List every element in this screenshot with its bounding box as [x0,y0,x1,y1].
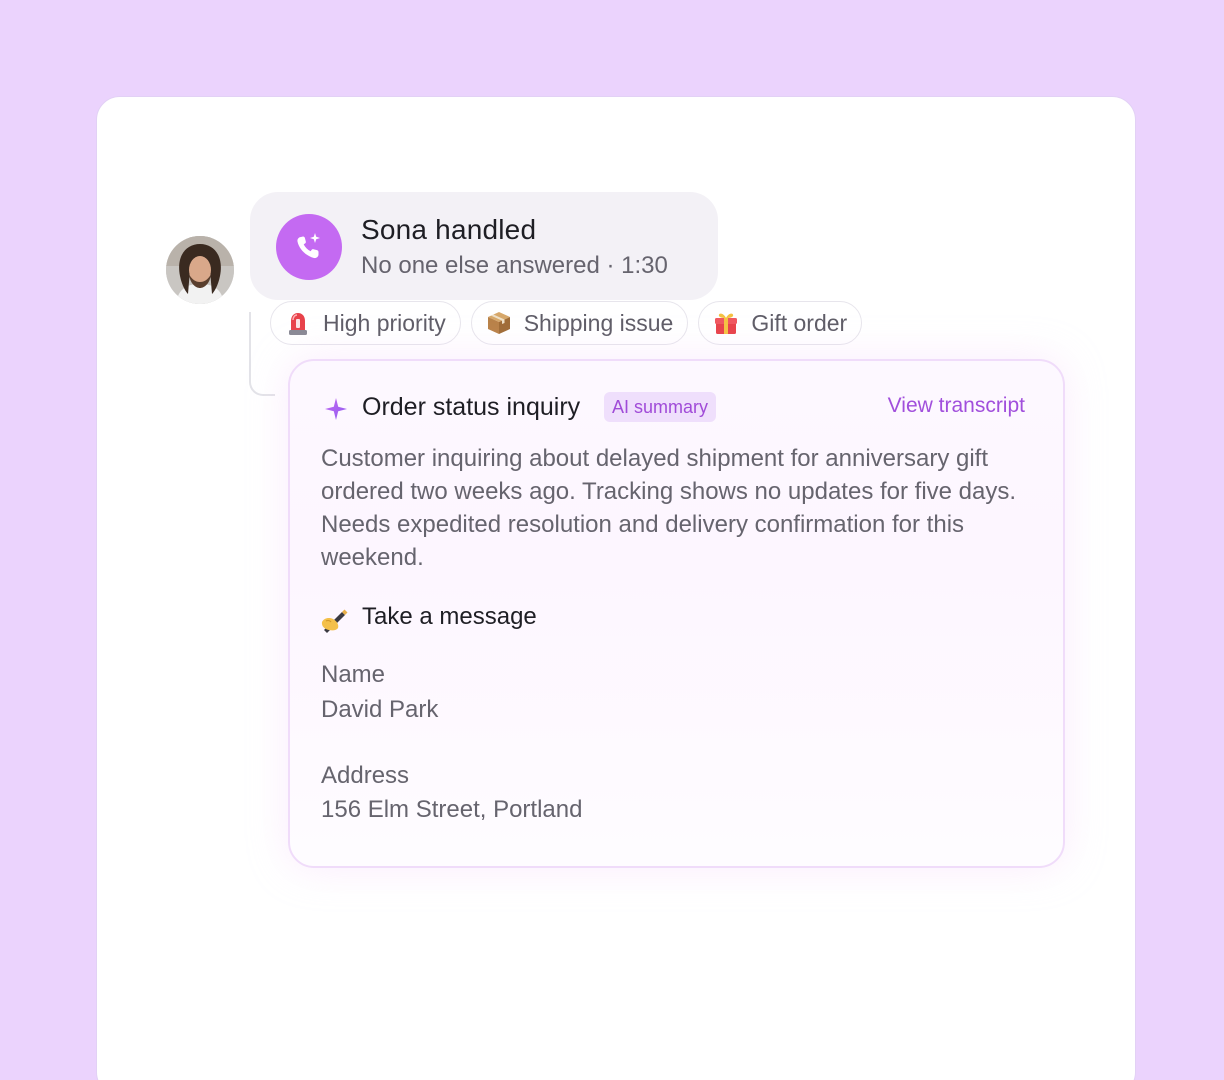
tag-gift-order[interactable]: Gift order [698,301,863,345]
writing-hand-icon [320,604,350,634]
address-value: 156 Elm Street, Portland [321,796,583,823]
avatar [166,236,234,304]
phone-sparkle-icon [276,214,342,280]
call-title: Sona handled [361,214,537,245]
gift-icon [713,310,739,336]
tag-list: High priority Shipping issue Gift order [270,301,863,345]
message-title: Take a message [362,603,537,630]
summary-text: Customer inquiring about delayed shipmen… [321,445,1017,571]
view-transcript-link[interactable]: View transcript [888,394,1025,418]
tag-label: Gift order [751,309,848,336]
tag-label: Shipping issue [523,309,674,336]
summary-card: Order status inquiry AI summary View tra… [288,359,1065,868]
sparkle-icon [324,397,348,421]
ai-summary-badge: AI summary [604,392,717,422]
card-title: Order status inquiry [362,393,581,421]
tag-high-priority[interactable]: High priority [270,301,461,345]
tag-label: High priority [323,309,446,336]
name-value: David Park [321,696,439,723]
siren-icon [285,310,311,336]
call-summary-bubble: Sona handled No one else answered · 1:30 [250,192,718,300]
page-background: Sona handled No one else answered · 1:30… [0,0,1224,1080]
card-header: Order status inquiry AI summary View tra… [322,391,1025,427]
call-subtitle: No one else answered · 1:30 [361,252,668,279]
address-label: Address [321,762,410,789]
name-label: Name [321,661,386,688]
tag-shipping-issue[interactable]: Shipping issue [470,301,689,345]
package-icon [486,310,512,336]
